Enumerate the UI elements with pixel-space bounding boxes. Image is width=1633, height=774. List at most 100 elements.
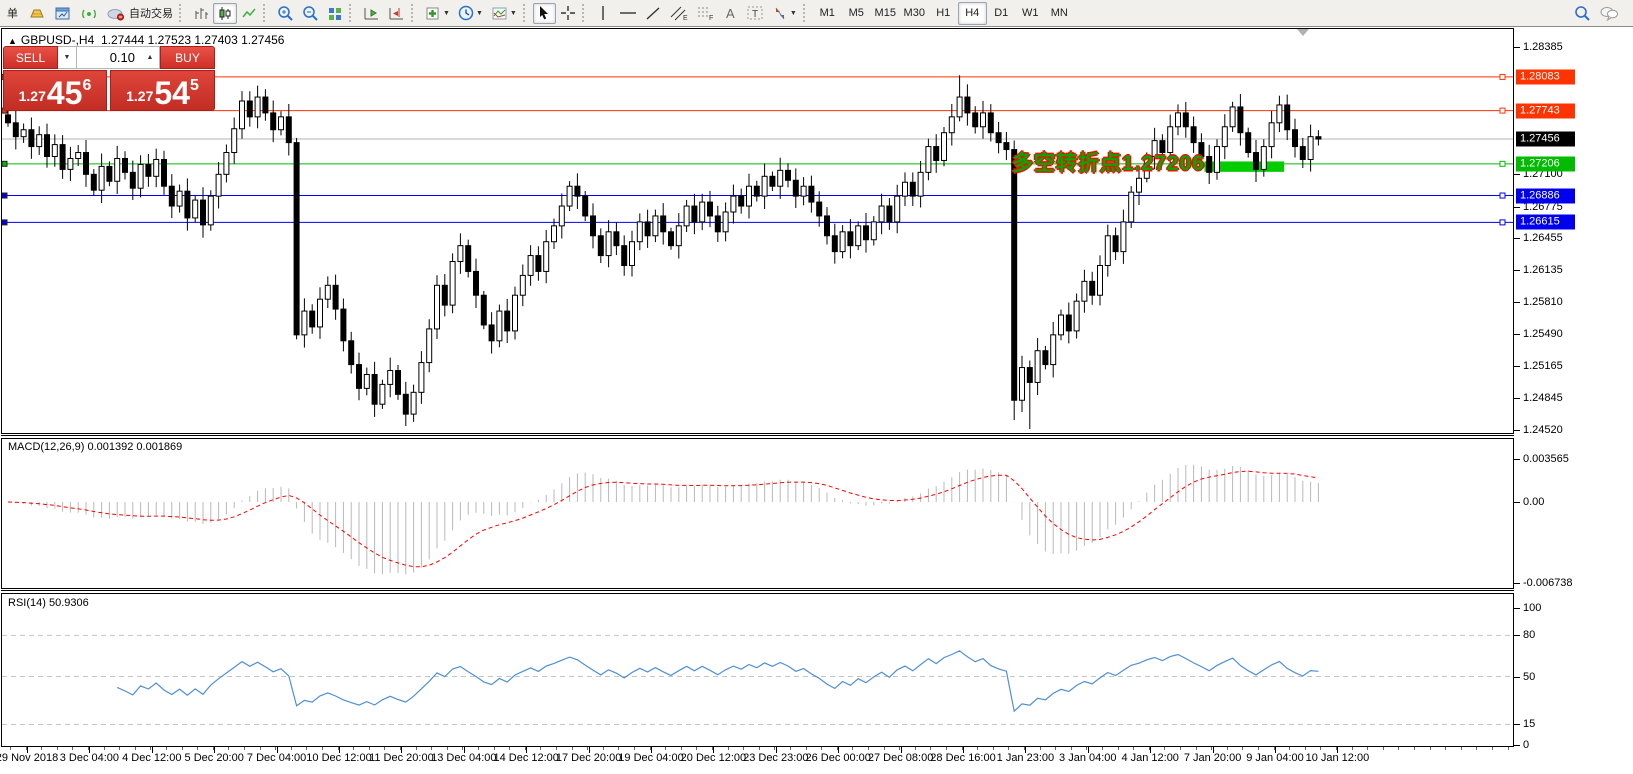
vertical-line-tool-button[interactable] [592,3,615,24]
time-axis-minor-tick [244,747,245,750]
cursor-tool-button[interactable] [533,3,556,24]
volume-down-button[interactable]: ▼ [58,46,77,69]
timeframe-button-mn[interactable]: MN [1045,2,1074,25]
zoom-in-button[interactable] [273,3,298,24]
fibonacci-tool-button[interactable]: F [692,3,719,24]
toolbar-grip[interactable] [263,4,269,22]
time-axis-label: 4 Jan 12:00 [1121,752,1179,764]
rsi-axis-tick [1514,677,1520,678]
time-axis-minor-tick [618,747,619,750]
time-axis-minor-tick [915,747,916,750]
gold-ingot-icon [28,6,46,20]
tile-windows-button[interactable] [323,3,347,24]
time-axis-label: 17 Dec 20:00 [556,752,621,764]
panel-separator[interactable] [1,435,1514,436]
candlestick-chart[interactable] [2,29,1513,433]
horizontal-line-tool-button[interactable] [615,3,641,24]
volume-input[interactable]: 0.10 [77,46,141,69]
toolbar-grip[interactable] [523,4,529,22]
timeframe-button-h4[interactable]: H4 [958,2,987,25]
dropdown-arrow-icon[interactable]: ▼ [510,10,517,17]
indicators-button[interactable]: ▼ [487,3,521,24]
scroll-to-end-icon[interactable] [1297,29,1309,36]
time-axis-tick [1150,747,1151,753]
channel-tool-button[interactable]: E [665,3,692,24]
buy-price-button[interactable]: 1.27545 [110,70,215,111]
bar-chart-button[interactable] [189,3,213,24]
time-axis-tick [1213,747,1214,753]
rsi-chart [2,594,1513,746]
one-click-panel-toggle[interactable]: ▲ [8,36,17,46]
sell-price-button[interactable]: 1.27456 [3,70,107,111]
timeframe-button-m30[interactable]: M30 [900,2,929,25]
time-axis-minor-tick [1367,747,1368,750]
time-axis-label: 3 Jan 04:00 [1059,752,1117,764]
toolbar-grip[interactable] [582,4,588,22]
trendline-tool-button[interactable] [641,3,665,24]
crosshair-tool-button[interactable] [556,3,580,24]
panel-separator[interactable] [1,590,1514,591]
dropdown-arrow-icon[interactable]: ▼ [790,10,797,17]
timeframe-button-m1[interactable]: M1 [813,2,842,25]
timeframe-button-h1[interactable]: H1 [929,2,958,25]
time-axis-minor-tick [447,747,448,750]
rsi-axis-tick [1514,724,1520,725]
time-axis-minor-tick [1336,747,1337,750]
new-order-button[interactable]: 单 [1,3,24,24]
chart-shift-button[interactable] [384,3,409,24]
rsi-axis-tick [1514,745,1520,746]
sell-button[interactable]: SELL [3,46,58,69]
autotrade-button[interactable]: 自动交易 [102,3,177,24]
macd-axis-tick [1514,502,1520,503]
time-axis-minor-tick [1398,747,1399,750]
time-axis-minor-tick [1024,747,1025,750]
gold-symbol-icon[interactable] [24,3,50,24]
pivot-annotation-text[interactable]: 多空转折点1.27206 [1012,147,1205,177]
hline-handle [1500,161,1505,166]
candlestick-chart-button[interactable] [213,3,237,24]
timeframe-button-w1[interactable]: W1 [1016,2,1045,25]
time-axis-minor-tick [572,747,573,750]
horizontal-line-icon [619,7,637,19]
timeframe-button-d1[interactable]: D1 [987,2,1016,25]
text-tool-button[interactable]: A [719,3,742,24]
time-axis-minor-tick [1492,747,1493,750]
chat-button[interactable] [1595,3,1623,24]
search-button[interactable] [1570,3,1595,24]
toolbar-grip[interactable] [411,4,417,22]
time-axis-minor-tick [1430,747,1431,750]
price-axis-tick [1514,174,1520,175]
search-icon [1574,5,1591,21]
time-axis-label: 7 Dec 04:00 [247,752,306,764]
price-axis-tick [1514,47,1520,48]
arrows-tool-button[interactable]: ▼ [768,3,801,24]
time-axis-minor-tick [88,747,89,750]
dropdown-arrow-icon[interactable]: ▼ [443,10,450,17]
line-chart-button[interactable] [237,3,261,24]
zoom-out-button[interactable] [298,3,323,24]
periods-button[interactable]: ▼ [454,3,487,24]
buy-button[interactable]: BUY [160,46,215,69]
toolbar-grip[interactable] [349,4,355,22]
timeframe-button-m5[interactable]: M5 [842,2,871,25]
toolbar-grip[interactable] [179,4,185,22]
price-line-label: 1.26886 [1516,188,1575,203]
price-axis-tick [1514,207,1520,208]
tile-windows-icon [327,6,343,21]
timeframe-button-m15[interactable]: M15 [871,2,900,25]
time-axis-tick [1275,747,1276,753]
market-window-button[interactable] [50,3,76,24]
label-tool-letter: T [752,9,758,20]
price-line-label: 1.26615 [1516,215,1575,230]
signal-button[interactable] [76,3,102,24]
label-tool-button[interactable]: T [742,3,768,24]
time-axis-tick [589,747,590,753]
time-axis-minor-tick [759,747,760,750]
dropdown-arrow-icon[interactable]: ▼ [476,10,483,17]
new-chart-button[interactable]: ▼ [421,3,454,24]
volume-up-button[interactable]: ▲ [141,46,160,69]
time-axis-label: 28 Dec 16:00 [930,752,995,764]
auto-scroll-button[interactable] [359,3,384,24]
toolbar-grip[interactable] [803,4,809,22]
volume-up-icon: ▲ [147,54,154,61]
